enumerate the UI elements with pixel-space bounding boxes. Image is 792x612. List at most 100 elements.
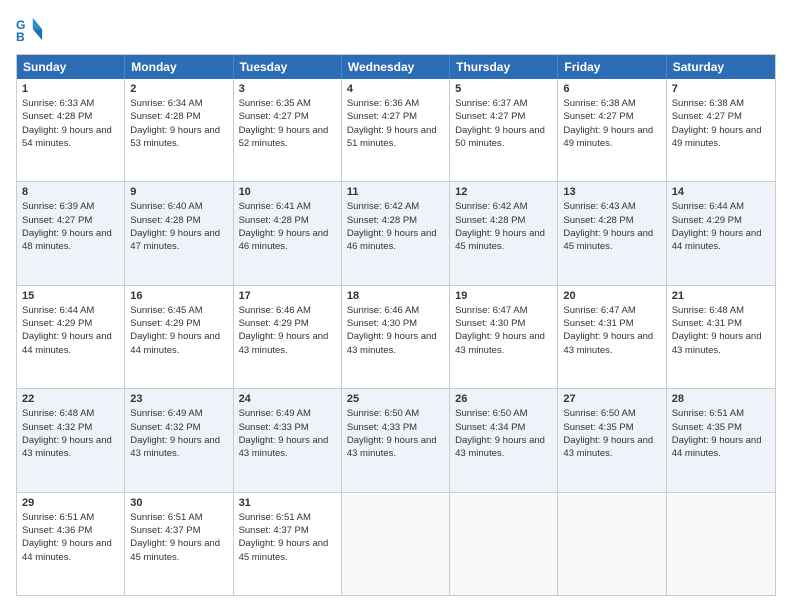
day-number: 24 — [239, 393, 336, 405]
day-number: 9 — [130, 186, 227, 198]
day-number: 20 — [563, 290, 660, 302]
empty-cell — [450, 493, 558, 595]
sun-info: Sunrise: 6:51 AMSunset: 4:36 PMDaylight:… — [22, 511, 119, 564]
day-number: 14 — [672, 186, 770, 198]
day-number: 27 — [563, 393, 660, 405]
day-cell-21: 21 Sunrise: 6:48 AMSunset: 4:31 PMDayligh… — [667, 286, 775, 388]
calendar: SundayMondayTuesdayWednesdayThursdayFrid… — [16, 54, 776, 596]
svg-text:B: B — [16, 30, 25, 44]
day-number: 21 — [672, 290, 770, 302]
day-cell-7: 7 Sunrise: 6:38 AMSunset: 4:27 PMDaylight… — [667, 79, 775, 181]
day-number: 8 — [22, 186, 119, 198]
sun-info: Sunrise: 6:38 AMSunset: 4:27 PMDaylight:… — [672, 97, 770, 150]
header: G B — [16, 16, 776, 44]
day-cell-4: 4Sunrise: 6:36 AMSunset: 4:27 PMDaylight… — [342, 79, 450, 181]
header-day-tuesday: Tuesday — [234, 55, 342, 79]
day-number: 30 — [130, 497, 227, 509]
header-day-friday: Friday — [558, 55, 666, 79]
day-number: 29 — [22, 497, 119, 509]
page: G B SundayMondayTuesdayWednesdayThursday… — [0, 0, 792, 612]
day-cell-22: 22 Sunrise: 6:48 AMSunset: 4:32 PMDayligh… — [17, 389, 125, 491]
header-day-saturday: Saturday — [667, 55, 775, 79]
day-number: 25 — [347, 393, 444, 405]
sun-info: Sunrise: 6:49 AMSunset: 4:32 PMDaylight:… — [130, 407, 227, 460]
logo: G B — [16, 16, 48, 44]
sun-info: Sunrise: 6:47 AMSunset: 4:30 PMDaylight:… — [455, 304, 552, 357]
sun-info: Sunrise: 6:51 AMSunset: 4:37 PMDaylight:… — [239, 511, 336, 564]
sun-info: Sunrise: 6:46 AMSunset: 4:29 PMDaylight:… — [239, 304, 336, 357]
header-day-sunday: Sunday — [17, 55, 125, 79]
day-number: 18 — [347, 290, 444, 302]
day-number: 11 — [347, 186, 444, 198]
day-cell-24: 24Sunrise: 6:49 AMSunset: 4:33 PMDayligh… — [234, 389, 342, 491]
header-day-thursday: Thursday — [450, 55, 558, 79]
sun-info: Sunrise: 6:50 AMSunset: 4:33 PMDaylight:… — [347, 407, 444, 460]
empty-cell — [667, 493, 775, 595]
day-cell-1: 1 Sunrise: 6:33 AMSunset: 4:28 PMDaylight… — [17, 79, 125, 181]
calendar-row-2: 8Sunrise: 6:39 AMSunset: 4:27 PMDaylight… — [17, 181, 775, 284]
day-cell-16: 16 Sunrise: 6:45 AMSunset: 4:29 PMDayligh… — [125, 286, 233, 388]
sun-info: Sunrise: 6:43 AMSunset: 4:28 PMDaylight:… — [563, 200, 660, 253]
day-cell-15: 15Sunrise: 6:44 AMSunset: 4:29 PMDayligh… — [17, 286, 125, 388]
sun-info: Sunrise: 6:48 AMSunset: 4:32 PMDaylight:… — [22, 407, 119, 460]
sun-info: Sunrise: 6:45 AMSunset: 4:29 PMDaylight:… — [130, 304, 227, 357]
day-cell-27: 27Sunrise: 6:50 AMSunset: 4:35 PMDayligh… — [558, 389, 666, 491]
day-cell-30: 30 Sunrise: 6:51 AMSunset: 4:37 PMDayligh… — [125, 493, 233, 595]
sun-info: Sunrise: 6:42 AMSunset: 4:28 PMDaylight:… — [455, 200, 552, 253]
empty-cell — [342, 493, 450, 595]
day-cell-19: 19Sunrise: 6:47 AMSunset: 4:30 PMDayligh… — [450, 286, 558, 388]
day-cell-3: 3 Sunrise: 6:35 AMSunset: 4:27 PMDaylight… — [234, 79, 342, 181]
logo-icon: G B — [16, 16, 44, 44]
calendar-row-3: 15Sunrise: 6:44 AMSunset: 4:29 PMDayligh… — [17, 285, 775, 388]
day-cell-11: 11 Sunrise: 6:42 AMSunset: 4:28 PMDayligh… — [342, 182, 450, 284]
calendar-row-5: 29 Sunrise: 6:51 AMSunset: 4:36 PMDayligh… — [17, 492, 775, 595]
sun-info: Sunrise: 6:42 AMSunset: 4:28 PMDaylight:… — [347, 200, 444, 253]
sun-info: Sunrise: 6:48 AMSunset: 4:31 PMDaylight:… — [672, 304, 770, 357]
day-cell-17: 17 Sunrise: 6:46 AMSunset: 4:29 PMDayligh… — [234, 286, 342, 388]
sun-info: Sunrise: 6:33 AMSunset: 4:28 PMDaylight:… — [22, 97, 119, 150]
sun-info: Sunrise: 6:50 AMSunset: 4:34 PMDaylight:… — [455, 407, 552, 460]
day-cell-9: 9 Sunrise: 6:40 AMSunset: 4:28 PMDaylight… — [125, 182, 233, 284]
sun-info: Sunrise: 6:35 AMSunset: 4:27 PMDaylight:… — [239, 97, 336, 150]
day-number: 5 — [455, 83, 552, 95]
day-cell-23: 23 Sunrise: 6:49 AMSunset: 4:32 PMDayligh… — [125, 389, 233, 491]
sun-info: Sunrise: 6:46 AMSunset: 4:30 PMDaylight:… — [347, 304, 444, 357]
day-cell-14: 14 Sunrise: 6:44 AMSunset: 4:29 PMDayligh… — [667, 182, 775, 284]
sun-info: Sunrise: 6:40 AMSunset: 4:28 PMDaylight:… — [130, 200, 227, 253]
day-cell-26: 26Sunrise: 6:50 AMSunset: 4:34 PMDayligh… — [450, 389, 558, 491]
day-cell-29: 29 Sunrise: 6:51 AMSunset: 4:36 PMDayligh… — [17, 493, 125, 595]
day-number: 17 — [239, 290, 336, 302]
header-day-wednesday: Wednesday — [342, 55, 450, 79]
day-number: 3 — [239, 83, 336, 95]
day-cell-5: 5 Sunrise: 6:37 AMSunset: 4:27 PMDaylight… — [450, 79, 558, 181]
day-number: 10 — [239, 186, 336, 198]
day-number: 28 — [672, 393, 770, 405]
day-number: 15 — [22, 290, 119, 302]
sun-info: Sunrise: 6:38 AMSunset: 4:27 PMDaylight:… — [563, 97, 660, 150]
sun-info: Sunrise: 6:44 AMSunset: 4:29 PMDaylight:… — [672, 200, 770, 253]
header-day-monday: Monday — [125, 55, 233, 79]
day-number: 7 — [672, 83, 770, 95]
calendar-body: 1 Sunrise: 6:33 AMSunset: 4:28 PMDaylight… — [17, 79, 775, 595]
day-cell-6: 6Sunrise: 6:38 AMSunset: 4:27 PMDaylight… — [558, 79, 666, 181]
day-number: 13 — [563, 186, 660, 198]
sun-info: Sunrise: 6:37 AMSunset: 4:27 PMDaylight:… — [455, 97, 552, 150]
sun-info: Sunrise: 6:47 AMSunset: 4:31 PMDaylight:… — [563, 304, 660, 357]
day-cell-20: 20 Sunrise: 6:47 AMSunset: 4:31 PMDayligh… — [558, 286, 666, 388]
day-cell-31: 31Sunrise: 6:51 AMSunset: 4:37 PMDayligh… — [234, 493, 342, 595]
calendar-row-1: 1 Sunrise: 6:33 AMSunset: 4:28 PMDaylight… — [17, 79, 775, 181]
sun-info: Sunrise: 6:51 AMSunset: 4:37 PMDaylight:… — [130, 511, 227, 564]
calendar-row-4: 22 Sunrise: 6:48 AMSunset: 4:32 PMDayligh… — [17, 388, 775, 491]
day-number: 2 — [130, 83, 227, 95]
sun-info: Sunrise: 6:41 AMSunset: 4:28 PMDaylight:… — [239, 200, 336, 253]
sun-info: Sunrise: 6:51 AMSunset: 4:35 PMDaylight:… — [672, 407, 770, 460]
day-number: 1 — [22, 83, 119, 95]
sun-info: Sunrise: 6:36 AMSunset: 4:27 PMDaylight:… — [347, 97, 444, 150]
day-cell-13: 13 Sunrise: 6:43 AMSunset: 4:28 PMDayligh… — [558, 182, 666, 284]
day-number: 23 — [130, 393, 227, 405]
day-cell-2: 2 Sunrise: 6:34 AMSunset: 4:28 PMDaylight… — [125, 79, 233, 181]
sun-info: Sunrise: 6:34 AMSunset: 4:28 PMDaylight:… — [130, 97, 227, 150]
day-number: 22 — [22, 393, 119, 405]
day-number: 16 — [130, 290, 227, 302]
day-cell-28: 28 Sunrise: 6:51 AMSunset: 4:35 PMDayligh… — [667, 389, 775, 491]
